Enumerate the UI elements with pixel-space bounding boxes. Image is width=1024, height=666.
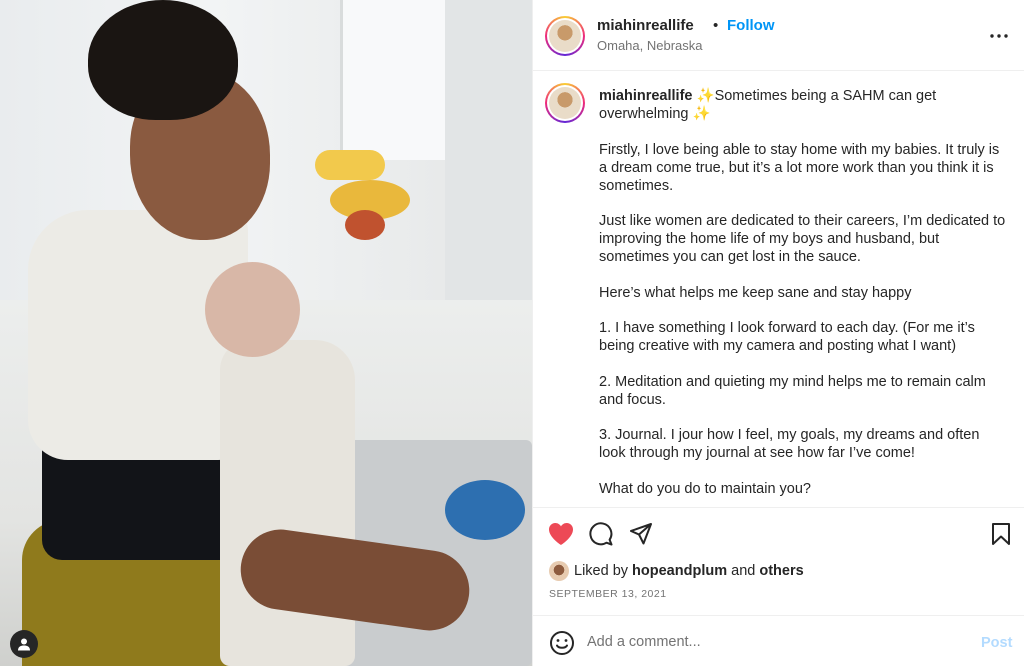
photo-banana — [315, 150, 385, 180]
comment-input[interactable] — [587, 628, 947, 656]
caption-line: 3. Journal. I jour how I feel, my goals,… — [599, 427, 984, 461]
post-panel: miahinreallife • Follow Omaha, Nebraska … — [532, 0, 1024, 666]
liker-avatar[interactable] — [549, 561, 569, 581]
header-separator: • — [713, 17, 719, 34]
follow-button[interactable]: Follow — [727, 17, 775, 34]
heart-filled-icon[interactable] — [547, 520, 575, 548]
liker-username[interactable]: hopeandplum — [632, 563, 727, 579]
user-tag-icon[interactable] — [10, 630, 38, 658]
caption-section: miahinreallife ✨Sometimes being a SAHM c… — [533, 71, 1024, 507]
post-header: miahinreallife • Follow Omaha, Nebraska — [533, 0, 1024, 71]
post-comment-button[interactable]: Post — [981, 635, 1012, 651]
location-link[interactable]: Omaha, Nebraska — [597, 38, 703, 53]
caption-line: 2. Meditation and quieting my mind helps… — [599, 373, 990, 408]
photo-bowl — [445, 480, 525, 540]
caption-username[interactable]: miahinreallife — [599, 88, 692, 104]
likes-prefix: Liked by — [574, 563, 629, 579]
photo-cabinet — [445, 0, 532, 330]
avatar[interactable] — [545, 16, 585, 56]
likes-line: Liked by hopeandplum and others — [549, 560, 804, 582]
comment-bar: Post — [533, 615, 1024, 666]
post-photo[interactable] — [0, 0, 532, 666]
bookmark-icon[interactable] — [987, 520, 1015, 548]
comment-bubble-icon[interactable] — [587, 520, 615, 548]
caption-line: Firstly, I love being able to stay home … — [599, 141, 1004, 194]
photo-fruit — [345, 210, 385, 240]
header-username[interactable]: miahinreallife — [597, 17, 694, 34]
caption-line: 1. I have something I look forward to ea… — [599, 320, 979, 354]
photo-hair — [88, 0, 238, 120]
action-bar — [533, 507, 1024, 559]
emoji-smile-icon[interactable] — [549, 630, 575, 656]
caption-line: Here’s what helps me keep sane and stay … — [599, 284, 912, 301]
caption-text: miahinreallife ✨Sometimes being a SAHM c… — [599, 87, 1009, 507]
photo-baby-head — [205, 262, 300, 357]
caption-line: Just like women are dedicated to their c… — [599, 213, 1010, 265]
likes-others-link[interactable]: others — [759, 563, 803, 579]
caption-line: What do you do to maintain you? — [599, 480, 811, 497]
paper-plane-icon[interactable] — [627, 520, 655, 548]
post-date[interactable]: SEPTEMBER 13, 2021 — [549, 588, 667, 600]
photo-window — [340, 0, 460, 160]
likes-conj: and — [731, 563, 756, 579]
more-dots-icon[interactable] — [985, 22, 1013, 50]
caption-avatar[interactable] — [545, 83, 585, 123]
